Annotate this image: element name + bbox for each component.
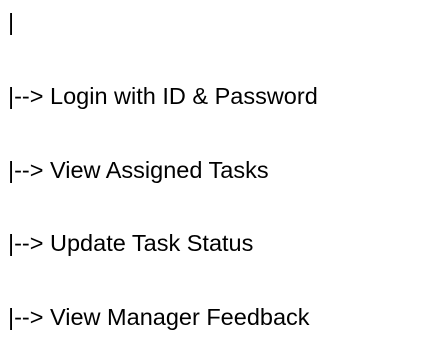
flow-document: | |--> Login with ID & Password |--> Vie… [0,0,432,345]
flow-step-view-manager-feedback: |--> View Manager Feedback [8,304,310,330]
flow-step-update-task-status: |--> Update Task Status [8,230,254,256]
flow-step-login: |--> Login with ID & Password [8,83,318,109]
flow-trunk-line: | [8,9,15,35]
flow-step-view-assigned-tasks: |--> View Assigned Tasks [8,157,269,183]
